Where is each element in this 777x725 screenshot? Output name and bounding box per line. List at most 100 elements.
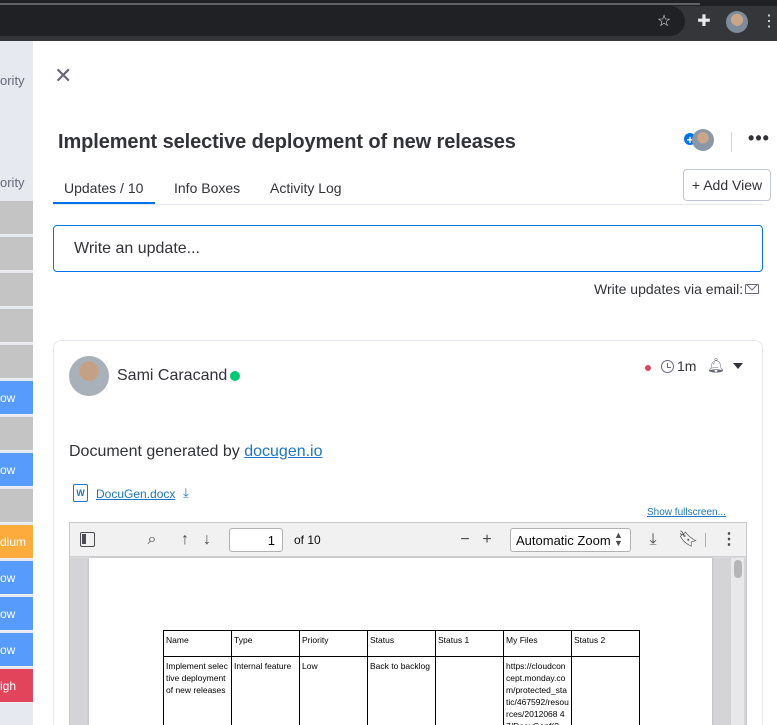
- post-body: Document generated by docugen.io: [69, 443, 323, 461]
- tab-info-boxes[interactable]: Info Boxes: [174, 180, 240, 196]
- browser-toolbar: ☆ ✚ ⋮: [0, 0, 777, 41]
- profile-avatar[interactable]: [726, 11, 748, 33]
- item-title[interactable]: Implement selective deployment of new re…: [58, 131, 516, 154]
- docugen-link[interactable]: docugen.io: [244, 443, 322, 460]
- download-icon[interactable]: ⤓: [644, 531, 662, 549]
- table-cell: Back to backlog: [367, 656, 436, 725]
- star-icon[interactable]: ☆: [654, 11, 674, 31]
- update-post: Sami Caracand 1m 🔔︎ Document generated b…: [53, 340, 763, 725]
- select-arrows-icon: ▲ ▼: [614, 530, 623, 548]
- address-bar[interactable]: [0, 6, 685, 36]
- board-status-cell[interactable]: [0, 345, 33, 379]
- show-fullscreen-link[interactable]: Show fullscreen...: [647, 507, 726, 518]
- board-background: ority ority ow ow dium ow ow ow igh: [0, 41, 33, 725]
- table-cell: Internal feature: [231, 656, 300, 725]
- board-status-cell[interactable]: [0, 237, 33, 271]
- board-status-cell[interactable]: [0, 489, 33, 523]
- tab-strip-line: [0, 3, 700, 5]
- status-label: ow: [0, 463, 16, 477]
- more-options-button[interactable]: •••: [747, 128, 771, 152]
- board-status-cell[interactable]: ow: [0, 633, 33, 667]
- board-status-cell[interactable]: dium: [0, 525, 33, 559]
- column-header-priority: ority: [0, 175, 25, 190]
- status-label: igh: [0, 679, 17, 693]
- add-view-button[interactable]: + Add View: [683, 169, 771, 201]
- post-body-text: Document generated by: [69, 443, 245, 460]
- item-panel: ✕ Implement selective deployment of new …: [33, 41, 777, 725]
- board-status-cell[interactable]: [0, 417, 33, 451]
- status-label: ow: [0, 571, 16, 585]
- table-cell: https://cloudconcept.monday.com/protecte…: [503, 656, 572, 725]
- page-count: of 10: [294, 533, 321, 547]
- table-header-cell: Name: [163, 630, 232, 657]
- more-options-icon[interactable]: ⋮: [720, 531, 738, 549]
- avatar[interactable]: [692, 129, 714, 151]
- bookmark-icon[interactable]: 🔖︎: [678, 531, 698, 549]
- pdf-viewer: ⌕ ↑ ↓ 1 of 10 − + Automatic Zoom ▲ ▼ ⤓ 🔖︎…: [69, 522, 747, 725]
- divider: [731, 132, 732, 152]
- pdf-table: Name Type Priority Status Status 1 My Files St…: [163, 630, 640, 725]
- table-header-cell: My Files: [503, 630, 572, 657]
- tab-updates[interactable]: Updates / 10: [64, 180, 143, 196]
- scrollbar-thumb[interactable]: [734, 560, 742, 578]
- scrollbar[interactable]: [731, 558, 744, 725]
- bell-icon[interactable]: 🔔︎: [707, 357, 725, 374]
- zoom-value: Automatic Zoom: [516, 533, 611, 548]
- divider: [705, 533, 706, 547]
- column-header-priority: ority: [0, 73, 25, 88]
- board-status-cell[interactable]: [0, 201, 33, 235]
- menu-icon[interactable]: ⋮: [761, 11, 777, 31]
- table-cell: Implement selective deployment of new re…: [163, 656, 232, 725]
- unread-indicator: [645, 365, 651, 371]
- zoom-select[interactable]: Automatic Zoom ▲ ▼: [510, 528, 631, 552]
- post-time: 1m: [677, 358, 697, 374]
- extensions-icon[interactable]: ✚: [694, 11, 714, 31]
- email-updates-link[interactable]: Write updates via email:: [594, 281, 743, 297]
- table-cell: [571, 656, 640, 725]
- table-header-cell: Priority: [299, 630, 368, 657]
- post-author[interactable]: Sami Caracand: [117, 367, 227, 385]
- update-input[interactable]: Write an update...: [53, 225, 763, 272]
- download-icon[interactable]: ⤓: [183, 485, 189, 501]
- active-tab-indicator: [53, 202, 155, 204]
- subscribers[interactable]: +: [683, 129, 719, 153]
- status-label: ow: [0, 607, 16, 621]
- pdf-page: Name Type Priority Status Status 1 My Files St…: [89, 558, 712, 725]
- word-file-icon: W: [73, 484, 88, 502]
- table-header-cell: Type: [231, 630, 300, 657]
- sidebar-toggle-icon[interactable]: [80, 532, 95, 547]
- online-status-icon: [230, 371, 240, 381]
- board-status-cell[interactable]: ow: [0, 561, 33, 595]
- board-status-cell[interactable]: ow: [0, 453, 33, 487]
- pdf-toolbar: ⌕ ↑ ↓ 1 of 10 − + Automatic Zoom ▲ ▼ ⤓ 🔖︎…: [70, 523, 746, 557]
- arrow-down-icon[interactable]: ↓: [198, 531, 216, 549]
- board-status-cell[interactable]: ow: [0, 597, 33, 631]
- avatar[interactable]: [69, 356, 109, 396]
- clock-icon: [661, 360, 674, 373]
- tab-bar: Updates / 10 Info Boxes Activity Log: [53, 176, 763, 205]
- table-header-cell: Status 1: [435, 630, 504, 657]
- board-status-cell[interactable]: igh: [0, 669, 33, 703]
- tab-activity-log[interactable]: Activity Log: [270, 180, 342, 196]
- pdf-document-area[interactable]: Name Type Priority Status Status 1 My Files St…: [70, 558, 746, 725]
- zoom-out-icon[interactable]: −: [456, 531, 474, 549]
- zoom-in-icon[interactable]: +: [478, 531, 496, 549]
- status-label: ow: [0, 643, 16, 657]
- table-cell: [435, 656, 504, 725]
- status-label: dium: [0, 535, 27, 549]
- close-icon[interactable]: ✕: [54, 65, 72, 87]
- chevron-down-icon[interactable]: [733, 363, 743, 369]
- status-label: ow: [0, 391, 16, 405]
- attachment-name[interactable]: DocuGen.docx: [96, 487, 175, 501]
- board-status-cell[interactable]: ow: [0, 381, 33, 415]
- arrow-up-icon[interactable]: ↑: [176, 531, 194, 549]
- table-cell: Low: [299, 656, 368, 725]
- search-icon[interactable]: ⌕: [143, 531, 161, 549]
- page-number-input[interactable]: 1: [229, 528, 283, 552]
- mail-icon[interactable]: [745, 284, 759, 294]
- table-row: Implement selective deployment of new re…: [163, 656, 640, 725]
- board-status-cell[interactable]: [0, 273, 33, 307]
- table-header-cell: Status 2: [571, 630, 640, 657]
- table-header-cell: Status: [367, 630, 436, 657]
- board-status-cell[interactable]: [0, 309, 33, 343]
